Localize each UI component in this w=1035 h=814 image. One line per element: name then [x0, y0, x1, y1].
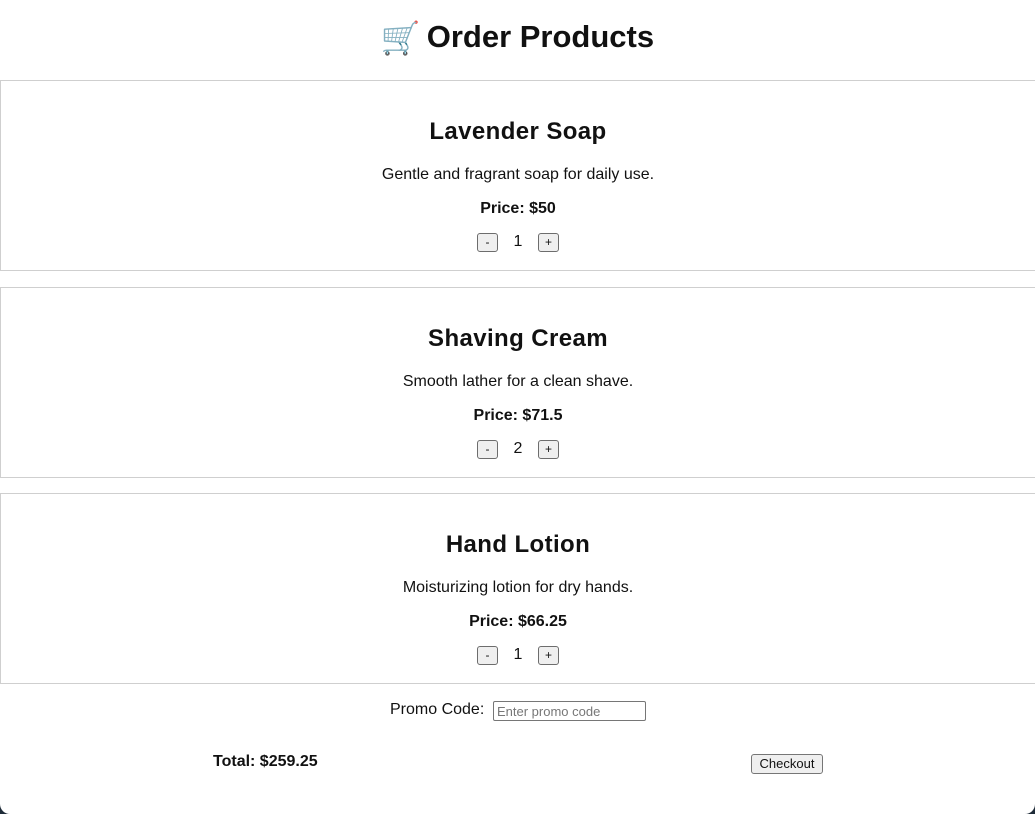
page-title: 🛒 Order Products	[0, 16, 1035, 59]
product-price: Price: $71.5	[473, 407, 563, 424]
quantity-value: 2	[513, 440, 523, 457]
increase-quantity-button[interactable]: +	[538, 232, 559, 252]
product-name: Shaving Cream	[428, 325, 608, 352]
increase-quantity-button[interactable]: +	[538, 645, 559, 665]
product-description: Gentle and fragrant soap for daily use.	[381, 166, 655, 183]
quantity-value: 1	[513, 646, 523, 663]
product-card-shaving-cream: Shaving Cream Smooth lather for a clean …	[0, 287, 1035, 478]
product-price: Price: $66.25	[469, 613, 567, 630]
shopping-cart-icon: 🛒	[380, 20, 421, 56]
quantity-value: 1	[513, 233, 523, 250]
product-price: Price: $50	[480, 200, 556, 217]
decrease-quantity-button[interactable]: -	[477, 645, 498, 665]
product-name: Lavender Soap	[429, 118, 607, 145]
product-name: Hand Lotion	[445, 531, 591, 558]
product-card-lavender-soap: Lavender Soap Gentle and fragrant soap f…	[0, 80, 1035, 271]
decrease-quantity-button[interactable]: -	[477, 232, 498, 252]
quantity-stepper: - 2 +	[1, 438, 1035, 460]
order-total: Total: $259.25	[213, 753, 318, 770]
page-title-text: Order Products	[426, 19, 655, 54]
product-description: Smooth lather for a clean shave.	[402, 373, 634, 390]
decrease-quantity-button[interactable]: -	[477, 439, 498, 459]
quantity-stepper: - 1 +	[1, 231, 1035, 253]
product-card-hand-lotion: Hand Lotion Moisturizing lotion for dry …	[0, 493, 1035, 684]
increase-quantity-button[interactable]: +	[538, 439, 559, 459]
product-description: Moisturizing lotion for dry hands.	[402, 579, 634, 596]
promo-code-input[interactable]	[493, 701, 646, 721]
order-page: 🛒 Order Products Lavender Soap Gentle and…	[0, 0, 1035, 814]
quantity-stepper: - 1 +	[1, 644, 1035, 666]
promo-code-label: Promo Code:	[390, 701, 485, 718]
checkout-button[interactable]: Checkout	[751, 754, 823, 774]
